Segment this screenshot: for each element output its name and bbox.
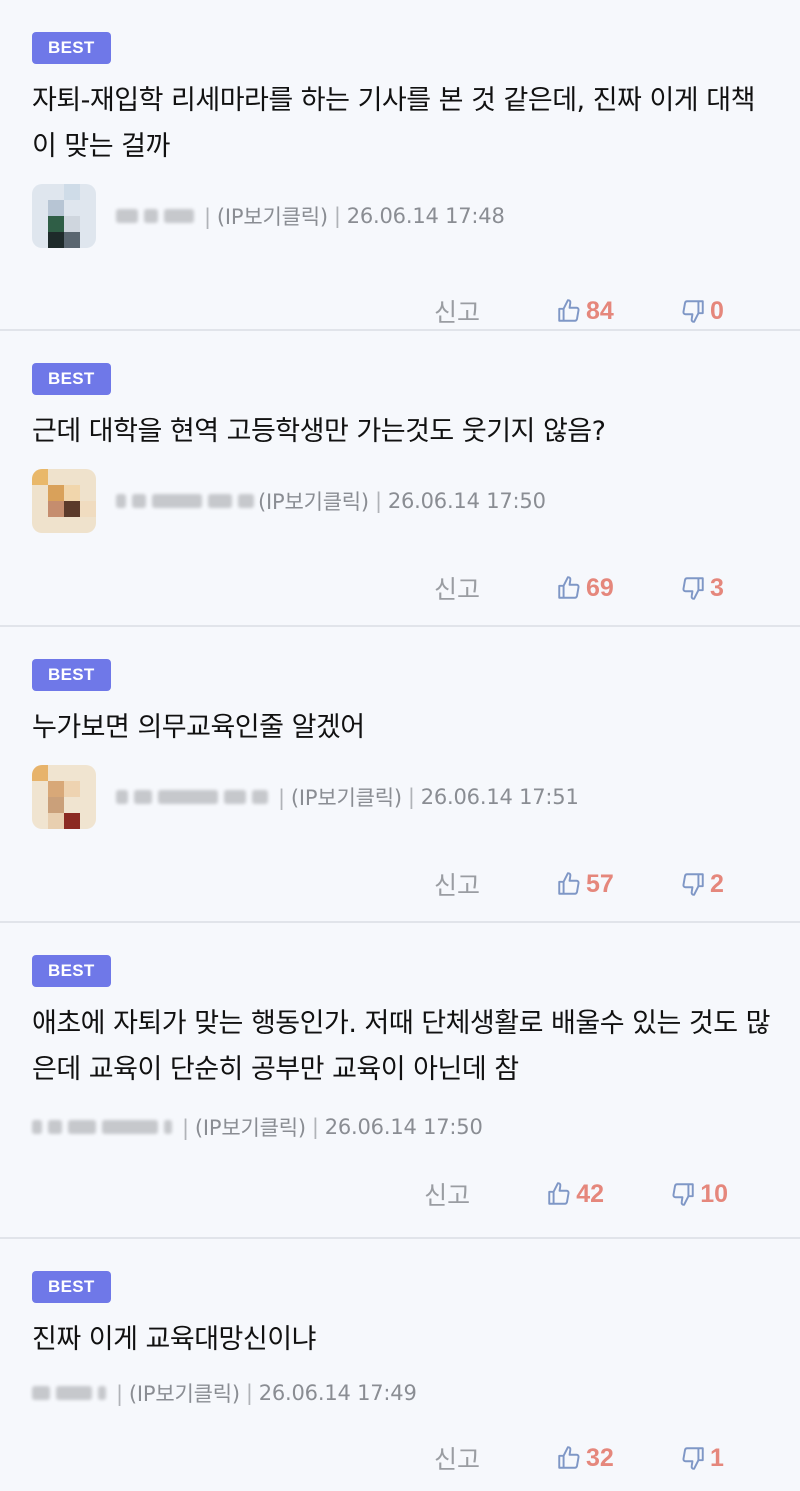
ip-view-link[interactable]: | (IP보기클릭) [110,1378,240,1408]
thumbs-up-icon [558,299,580,322]
comment-list: BEST 자퇴-재입학 리세마라를 하는 기사를 본 것 같은데, 진짜 이게 … [0,0,800,1491]
dislike-button[interactable]: 10 [670,1180,728,1209]
like-button[interactable]: 84 [556,297,626,326]
dislike-button[interactable]: 2 [680,870,728,899]
timestamp: | 26.06.14 17:51 [407,785,579,809]
thumbs-down-icon [682,1447,704,1470]
best-badge: BEST [32,363,111,395]
comment-meta: (IP보기클릭) | 26.06.14 17:50 [32,465,768,537]
comment-actions: 신고 69 3 [32,555,768,629]
comment-actions: 신고 57 2 [32,851,768,925]
comment-meta: | (IP보기클릭) | 26.06.14 17:48 [32,180,768,252]
avatar[interactable] [32,469,96,533]
comment-text: 애초에 자퇴가 맞는 행동인가. 저때 단체생활로 배울수 있는 것도 많은데 … [32,1008,771,1085]
comment-item: BEST 자퇴-재입학 리세마라를 하는 기사를 본 것 같은데, 진짜 이게 … [0,0,800,331]
like-button[interactable]: 42 [546,1180,616,1209]
like-button[interactable]: 69 [556,574,626,603]
report-button[interactable]: 신고 [434,866,480,902]
nickname-blurred[interactable] [116,494,254,508]
dislike-button[interactable]: 1 [680,1444,728,1473]
report-button[interactable]: 신고 [434,293,480,329]
thumbs-down-icon [682,577,704,600]
timestamp: | 26.06.14 17:48 [333,204,505,228]
thumbs-up-icon [558,872,580,895]
thumbs-down-icon [682,873,704,896]
nickname-blurred[interactable] [116,790,268,804]
nickname-blurred[interactable] [32,1120,172,1134]
avatar[interactable] [32,184,96,248]
like-count: 42 [576,1179,604,1208]
best-badge: BEST [32,955,111,987]
thumbs-up-icon [558,576,580,599]
comment-text: 자퇴-재입학 리세마라를 하는 기사를 본 것 같은데, 진짜 이게 대책이 맞… [32,85,755,162]
like-count: 69 [586,573,614,602]
like-count: 57 [586,869,614,898]
comment-meta: | (IP보기클릭) | 26.06.14 17:51 [32,761,768,833]
comment-meta: | (IP보기클릭) | 26.06.14 17:49 [32,1371,768,1415]
comment-item: BEST 애초에 자퇴가 맞는 행동인가. 저때 단체생활로 배울수 있는 것도… [0,923,800,1239]
thumbs-up-icon [558,1446,580,1469]
ip-view-link[interactable]: | (IP보기클릭) [176,1112,306,1142]
ip-view-link[interactable]: (IP보기클릭) [258,486,369,516]
like-button[interactable]: 32 [556,1444,626,1473]
thumbs-down-icon [672,1183,694,1206]
comment-actions: 신고 42 10 [32,1161,768,1235]
dislike-count: 0 [710,296,724,325]
dislike-count: 3 [710,573,724,602]
comment-item: BEST 누가보면 의무교육인줄 알겠어 | (IP보기클릭) | 26.06.14… [0,627,800,923]
dislike-button[interactable]: 3 [680,574,728,603]
thumbs-down-icon [682,300,704,323]
timestamp: | 26.06.14 17:49 [245,1381,417,1405]
comment-text: 누가보면 의무교육인줄 알겠어 [32,712,365,743]
timestamp: | 26.06.14 17:50 [374,489,546,513]
avatar[interactable] [32,765,96,829]
comment-text: 진짜 이게 교육대망신이냐 [32,1324,316,1355]
dislike-button[interactable]: 0 [680,297,728,326]
nickname-blurred[interactable] [32,1386,106,1400]
comment-item: BEST 근데 대학을 현역 고등학생만 가는것도 웃기지 않음? (IP보기클… [0,331,800,627]
dislike-count: 1 [710,1443,724,1472]
report-button[interactable]: 신고 [434,570,480,606]
dislike-count: 10 [700,1179,728,1208]
best-badge: BEST [32,659,111,691]
like-count: 32 [586,1443,614,1472]
timestamp: | 26.06.14 17:50 [311,1115,483,1139]
like-count: 84 [586,296,614,325]
like-button[interactable]: 57 [556,870,626,899]
comment-actions: 신고 32 1 [32,1425,768,1491]
ip-view-link[interactable]: | (IP보기클릭) [272,782,402,812]
ip-view-link[interactable]: | (IP보기클릭) [198,201,328,231]
best-badge: BEST [32,1271,111,1303]
comment-text: 근데 대학을 현역 고등학생만 가는것도 웃기지 않음? [32,416,606,447]
nickname-blurred[interactable] [116,209,194,223]
comment-meta: | (IP보기클릭) | 26.06.14 17:50 [32,1105,768,1149]
comment-item: BEST 진짜 이게 교육대망신이냐 | (IP보기클릭) | 26.06.14 1… [0,1239,800,1491]
report-button[interactable]: 신고 [434,1440,480,1476]
report-button[interactable]: 신고 [424,1176,470,1212]
best-badge: BEST [32,32,111,64]
thumbs-up-icon [548,1182,570,1205]
dislike-count: 2 [710,869,724,898]
